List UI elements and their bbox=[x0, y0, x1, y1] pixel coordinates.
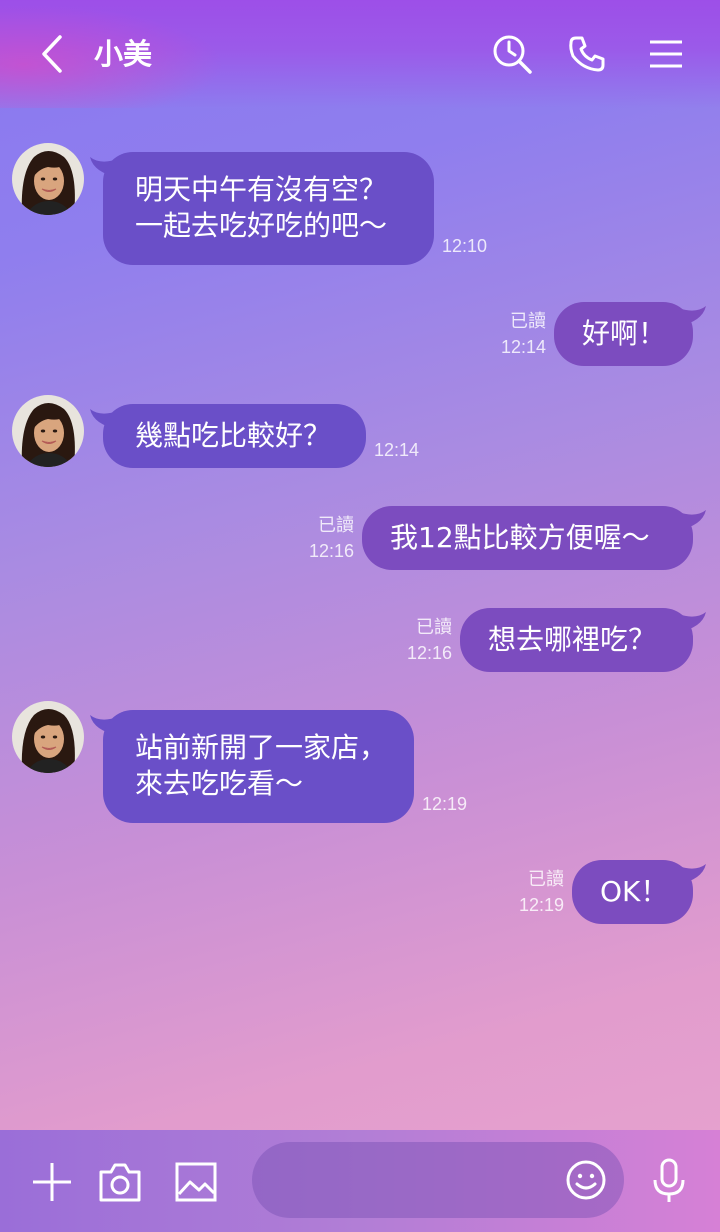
avatar[interactable] bbox=[12, 143, 84, 215]
menu-button[interactable] bbox=[644, 32, 688, 76]
message-input[interactable] bbox=[252, 1142, 624, 1218]
search-history-icon bbox=[493, 35, 532, 74]
message-text-line: 幾點吃比較好？ bbox=[135, 419, 332, 452]
message-incoming: 站前新開了一家店， 來去吃吃看～ 12:19 bbox=[0, 701, 720, 826]
avatar[interactable] bbox=[12, 395, 84, 467]
read-receipt: 已讀 bbox=[528, 869, 564, 889]
top-bar: 小美 bbox=[0, 0, 720, 108]
read-receipt: 已讀 bbox=[318, 515, 354, 535]
bubble-tail bbox=[678, 510, 706, 530]
message-time: 12:16 bbox=[406, 643, 452, 663]
message-text-line: 站前新開了一家店， bbox=[135, 731, 388, 764]
composer-bar bbox=[0, 1130, 720, 1232]
microphone-icon bbox=[653, 1158, 685, 1202]
back-button[interactable] bbox=[30, 32, 74, 76]
message-time: 12:10 bbox=[442, 236, 488, 256]
message-bubble[interactable]: 站前新開了一家店， 來去吃吃看～ bbox=[103, 710, 414, 823]
message-bubble[interactable]: 好啊！ bbox=[554, 302, 693, 366]
message-time: 12:14 bbox=[500, 337, 546, 357]
message-bubble[interactable]: 明天中午有沒有空？ 一起去吃好吃的吧～ bbox=[103, 152, 434, 265]
microphone-button[interactable] bbox=[646, 1156, 692, 1206]
message-time: 12:19 bbox=[422, 794, 468, 814]
bubble-tail bbox=[678, 306, 706, 326]
add-button[interactable] bbox=[28, 1158, 76, 1206]
bubble-tail bbox=[678, 612, 706, 632]
message-text-line: 一起去吃好吃的吧～ bbox=[135, 209, 388, 242]
image-button[interactable] bbox=[172, 1158, 220, 1206]
message-incoming: 幾點吃比較好？ 12:14 bbox=[0, 395, 720, 471]
message-outgoing: 已讀 12:19 OK！ bbox=[0, 860, 720, 924]
read-receipt: 已讀 bbox=[510, 311, 546, 331]
message-time: 12:16 bbox=[308, 541, 354, 561]
phone-icon bbox=[569, 36, 605, 72]
add-icon bbox=[33, 1163, 71, 1201]
message-bubble[interactable]: 想去哪裡吃？ bbox=[460, 608, 693, 672]
bubble-tail bbox=[678, 864, 706, 884]
chat-title: 小美 bbox=[94, 37, 153, 71]
call-button[interactable] bbox=[565, 32, 609, 76]
back-icon bbox=[42, 35, 62, 73]
message-time: 12:19 bbox=[518, 895, 564, 915]
message-incoming: 明天中午有沒有空？ 一起去吃好吃的吧～ 12:10 bbox=[0, 143, 720, 273]
message-outgoing: 已讀 12:14 好啊！ bbox=[0, 302, 720, 366]
camera-icon bbox=[99, 1163, 141, 1202]
message-outgoing: 已讀 12:16 我12點比較方便喔～ bbox=[0, 506, 720, 570]
message-bubble[interactable]: OK！ bbox=[572, 860, 693, 924]
message-text-line: 明天中午有沒有空？ bbox=[135, 173, 388, 206]
avatar[interactable] bbox=[12, 701, 84, 773]
camera-button[interactable] bbox=[96, 1158, 144, 1206]
menu-icon bbox=[650, 40, 682, 68]
image-icon bbox=[175, 1162, 217, 1202]
message-bubble[interactable]: 我12點比較方便喔～ bbox=[362, 506, 693, 570]
search-history-button[interactable] bbox=[490, 32, 534, 76]
message-text-line: 想去哪裡吃？ bbox=[488, 623, 657, 656]
message-text-line: 好啊！ bbox=[582, 317, 667, 350]
read-receipt: 已讀 bbox=[416, 617, 452, 637]
emoji-icon bbox=[566, 1160, 606, 1200]
message-bubble[interactable]: 幾點吃比較好？ bbox=[103, 404, 366, 468]
message-text-line: OK！ bbox=[600, 875, 669, 908]
message-time: 12:14 bbox=[374, 440, 420, 460]
message-outgoing: 已讀 12:16 想去哪裡吃？ bbox=[0, 608, 720, 672]
message-text-line: 我12點比較方便喔～ bbox=[390, 521, 650, 554]
message-text-line: 來去吃吃看～ bbox=[135, 767, 304, 800]
emoji-button[interactable] bbox=[564, 1158, 608, 1202]
